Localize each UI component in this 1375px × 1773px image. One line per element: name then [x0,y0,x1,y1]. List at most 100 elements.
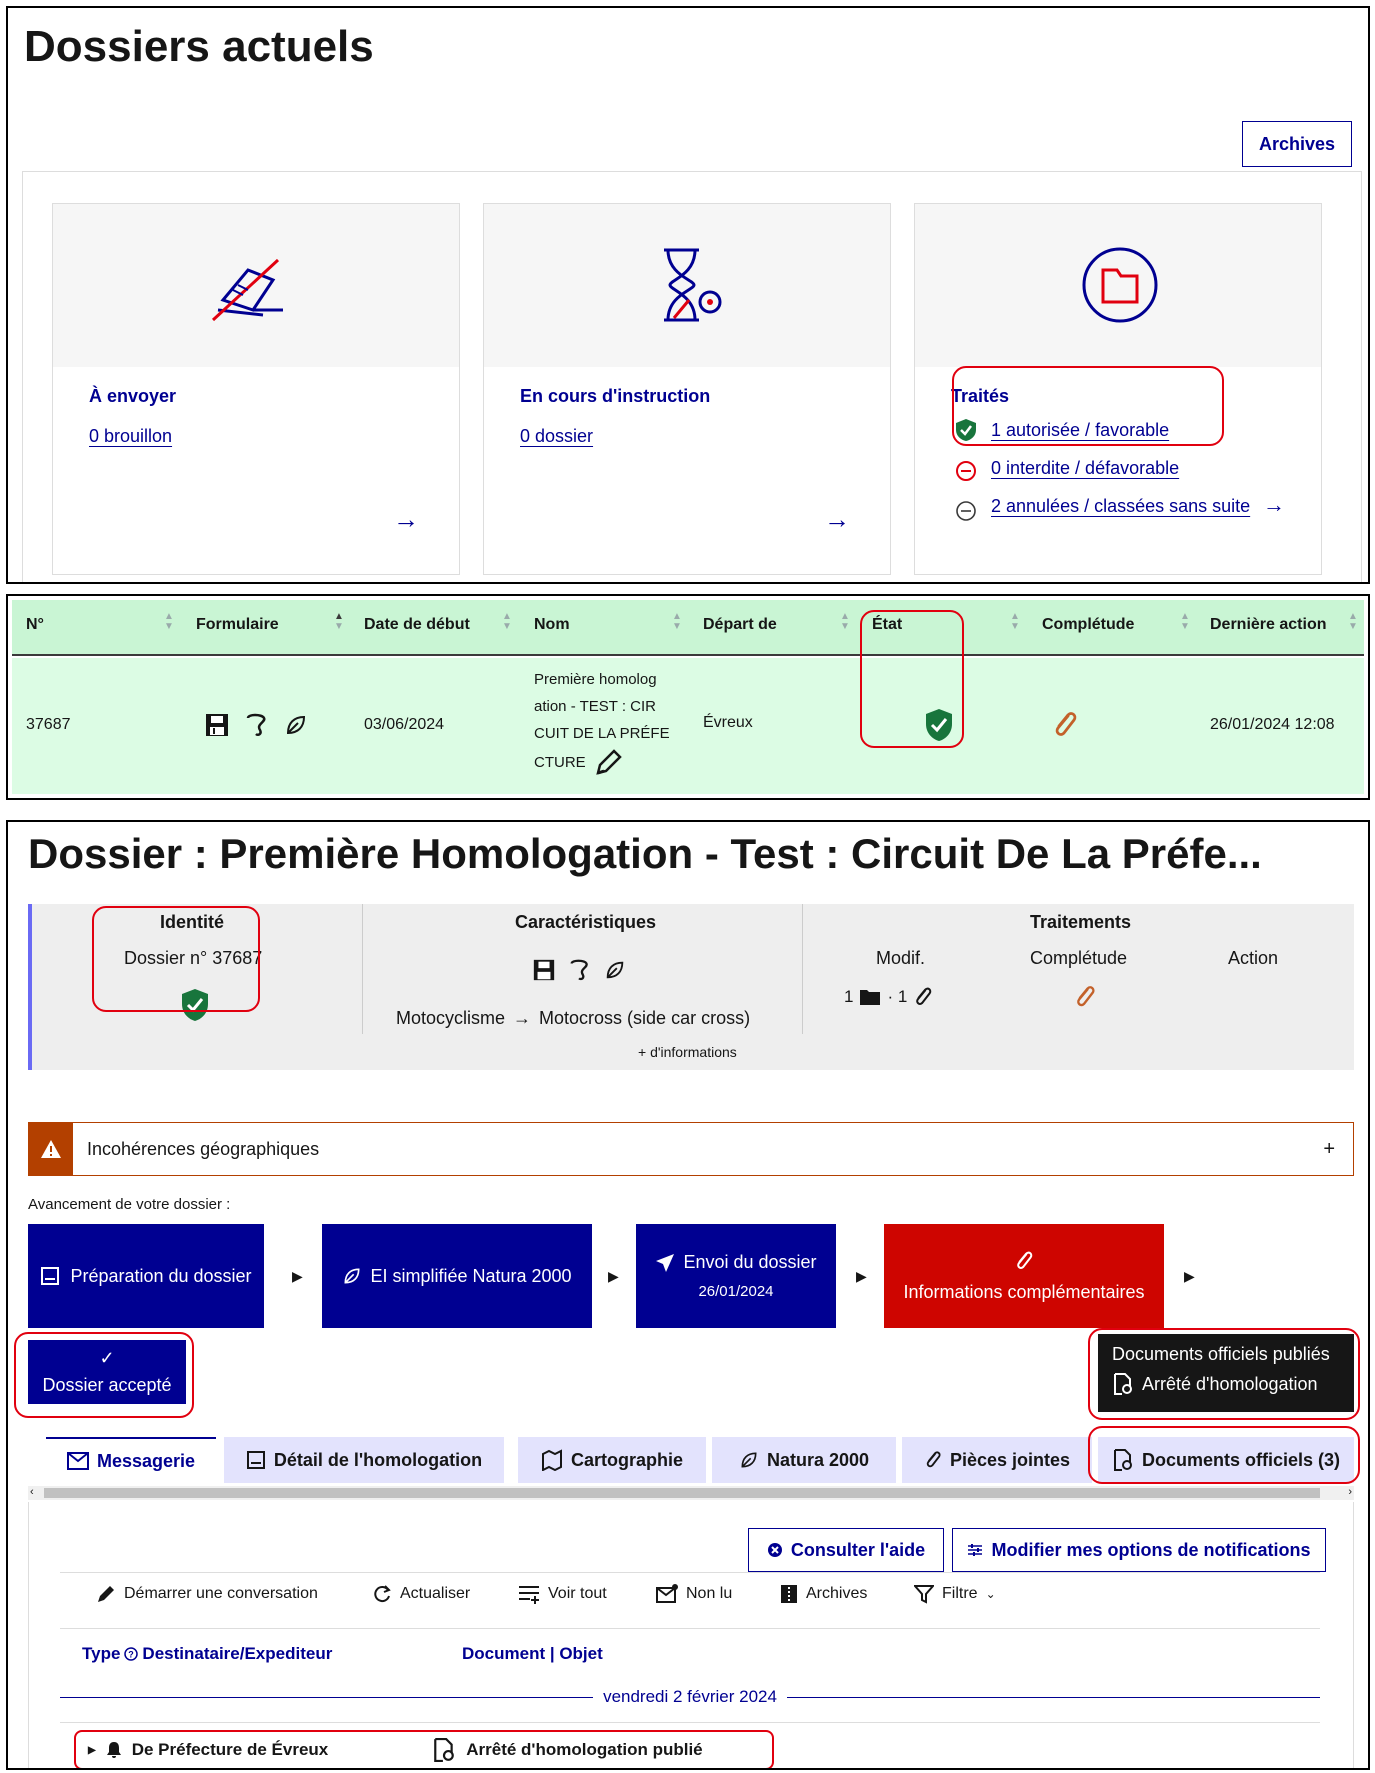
tab-messagerie[interactable]: Messagerie [46,1437,216,1483]
arrow-right-icon[interactable]: → [393,504,419,535]
col-date[interactable]: Date de début [364,616,470,634]
col-num[interactable]: N° [26,616,44,634]
tab-detail[interactable]: Détail de l'homologation [224,1437,504,1483]
cell-derniere-action: 26/01/2024 12:08 [1210,716,1335,733]
arrow-right-icon[interactable]: → [1263,492,1285,518]
col-type: Type [82,1644,121,1663]
sort-icon[interactable]: ▲ ▼ [164,612,174,632]
action-label: Action [1228,948,1279,968]
sort-icon[interactable]: ▲ ▼ [334,612,344,632]
start-conversation-button[interactable]: Démarrer une conversation [96,1584,318,1604]
paperclip-icon [916,987,932,1005]
tab-pieces-jointes[interactable]: Pièces jointes [902,1437,1092,1483]
card-en-cours[interactable]: En cours d'instruction 0 dossier → [483,203,891,575]
sort-icon[interactable]: ▲ ▼ [1010,612,1020,632]
tool-label: Actualiser [400,1585,471,1602]
alert-label: Incohérences géographiques [87,1138,320,1159]
alert-incoherences[interactable]: Incohérences géographiques + [28,1122,1354,1176]
activity-from: Motocyclisme [396,1008,506,1028]
pencil-icon [98,1586,114,1602]
card-a-envoyer[interactable]: À envoyer 0 brouillon → [52,203,460,575]
form-icon [41,1267,60,1285]
paperclip-icon [1074,984,1096,1010]
route-icon [570,959,588,981]
more-info-link[interactable]: + d'informations [638,1044,737,1060]
brouillon-link[interactable]: 0 brouillon [89,426,172,447]
arrow-right-icon: → [513,1008,532,1028]
edit-pencil-icon[interactable] [594,747,624,777]
tab-label: Cartographie [570,1449,684,1470]
tab-label: Détail de l'homologation [273,1449,483,1470]
dossier-detail-panel: Dossier : Première Homologation - Test :… [6,820,1370,1770]
step-natura[interactable]: EI simplifiée Natura 2000 [322,1224,592,1328]
progress-label: Avancement de votre dossier : [28,1196,231,1213]
non-lu-button[interactable]: Non lu [656,1584,732,1604]
highlight-etat [860,610,964,748]
archives-toolbar-button[interactable]: Archives [780,1584,867,1604]
column-type-dest[interactable]: Type ? Destinataire/Expediteur [82,1644,332,1664]
tool-label: Non lu [686,1585,733,1602]
leaf-icon [286,715,306,735]
modif-label: Modif. [876,948,926,968]
completude-label: Complétude [1030,948,1128,968]
route-icon [246,713,266,737]
archives-button[interactable]: Archives [1242,121,1352,167]
sort-icon[interactable]: ▲ ▼ [502,612,512,632]
card-illustration [915,204,1321,367]
sort-icon[interactable]: ▲ ▼ [840,612,850,632]
sort-icon[interactable]: ▲ ▼ [1180,612,1190,632]
step-label: EI simplifiée Natura 2000 [370,1265,572,1286]
sort-icon[interactable]: ▲ ▼ [672,612,682,632]
step-informations[interactable]: Informations complémentaires [884,1224,1164,1328]
leaf-icon [606,961,624,979]
interdite-link[interactable]: 0 interdite / défavorable [991,458,1179,479]
scroll-right-icon[interactable]: › [1348,1486,1352,1498]
col-depart[interactable]: Départ de [703,616,777,634]
chevron-down-icon: ⌄ [985,1587,996,1601]
modif-count: 1 [844,987,854,1006]
tab-cartographie[interactable]: Cartographie [518,1437,706,1483]
modif-values: 1 · 1 [844,986,933,1008]
column-document[interactable]: Document | Objet [462,1644,603,1664]
filter-icon [914,1585,934,1604]
plus-icon[interactable]: + [1323,1138,1335,1161]
traitements-title: Traitements [1030,912,1132,932]
col-formulaire[interactable]: Formulaire [196,616,279,634]
col-derniere-action[interactable]: Dernière action [1210,616,1326,634]
activity-path: Motocyclisme → Motocross (side car cross… [396,1008,750,1029]
refresh-button[interactable]: Actualiser [372,1584,470,1604]
annulees-link[interactable]: 2 annulées / classées sans suite [991,496,1250,517]
horizontal-scrollbar[interactable]: ‹ › [28,1486,1354,1500]
draft-hand-icon [211,258,283,322]
sort-icon[interactable]: ▲ ▼ [1348,612,1358,632]
scrollbar-thumb[interactable] [44,1488,1320,1498]
highlight-accepte [14,1332,194,1418]
divider [802,904,803,1034]
filtre-button[interactable]: Filtre ⌄ [914,1584,996,1604]
step-envoi[interactable]: Envoi du dossier 26/01/2024 [636,1224,836,1328]
date-separator: vendredi 2 février 2024 [60,1686,1321,1708]
voir-tout-button[interactable]: Voir tout [518,1584,607,1604]
step-preparation[interactable]: Préparation du dossier [28,1224,264,1328]
table-row[interactable]: 37687 03/06/2024 Première homolog ation … [12,658,1364,794]
col-nom[interactable]: Nom [534,616,570,634]
arrow-right-icon[interactable]: → [824,504,850,535]
tab-natura[interactable]: Natura 2000 [712,1437,896,1483]
dossier-table-panel: N° ▲ ▼ Formulaire ▲ ▼ Date de début ▲ ▼ Nom… [6,594,1370,800]
step-label: Informations complémentaires [903,1281,1145,1302]
step-arrow-icon: ▶ [608,1268,619,1284]
separator-line [786,1696,1321,1698]
svg-text:?: ? [129,1650,135,1660]
consulter-aide-button[interactable]: Consulter l'aide [748,1528,944,1572]
warning-icon [29,1123,73,1175]
nom-line: Première homolog [534,671,657,688]
card-illustration [484,204,890,367]
tool-label: Démarrer une conversation [124,1585,318,1602]
cell-formulaire [204,712,308,738]
scroll-left-icon[interactable]: ‹ [30,1486,34,1498]
dossier-link[interactable]: 0 dossier [520,426,593,447]
cell-nom[interactable]: Première homolog ation - TEST : CIR CUIT… [534,666,670,777]
col-completude[interactable]: Complétude [1042,616,1134,634]
dossier-title: Dossier : Première Homologation - Test :… [28,830,1262,877]
notifications-button[interactable]: Modifier mes options de notifications [952,1528,1326,1572]
